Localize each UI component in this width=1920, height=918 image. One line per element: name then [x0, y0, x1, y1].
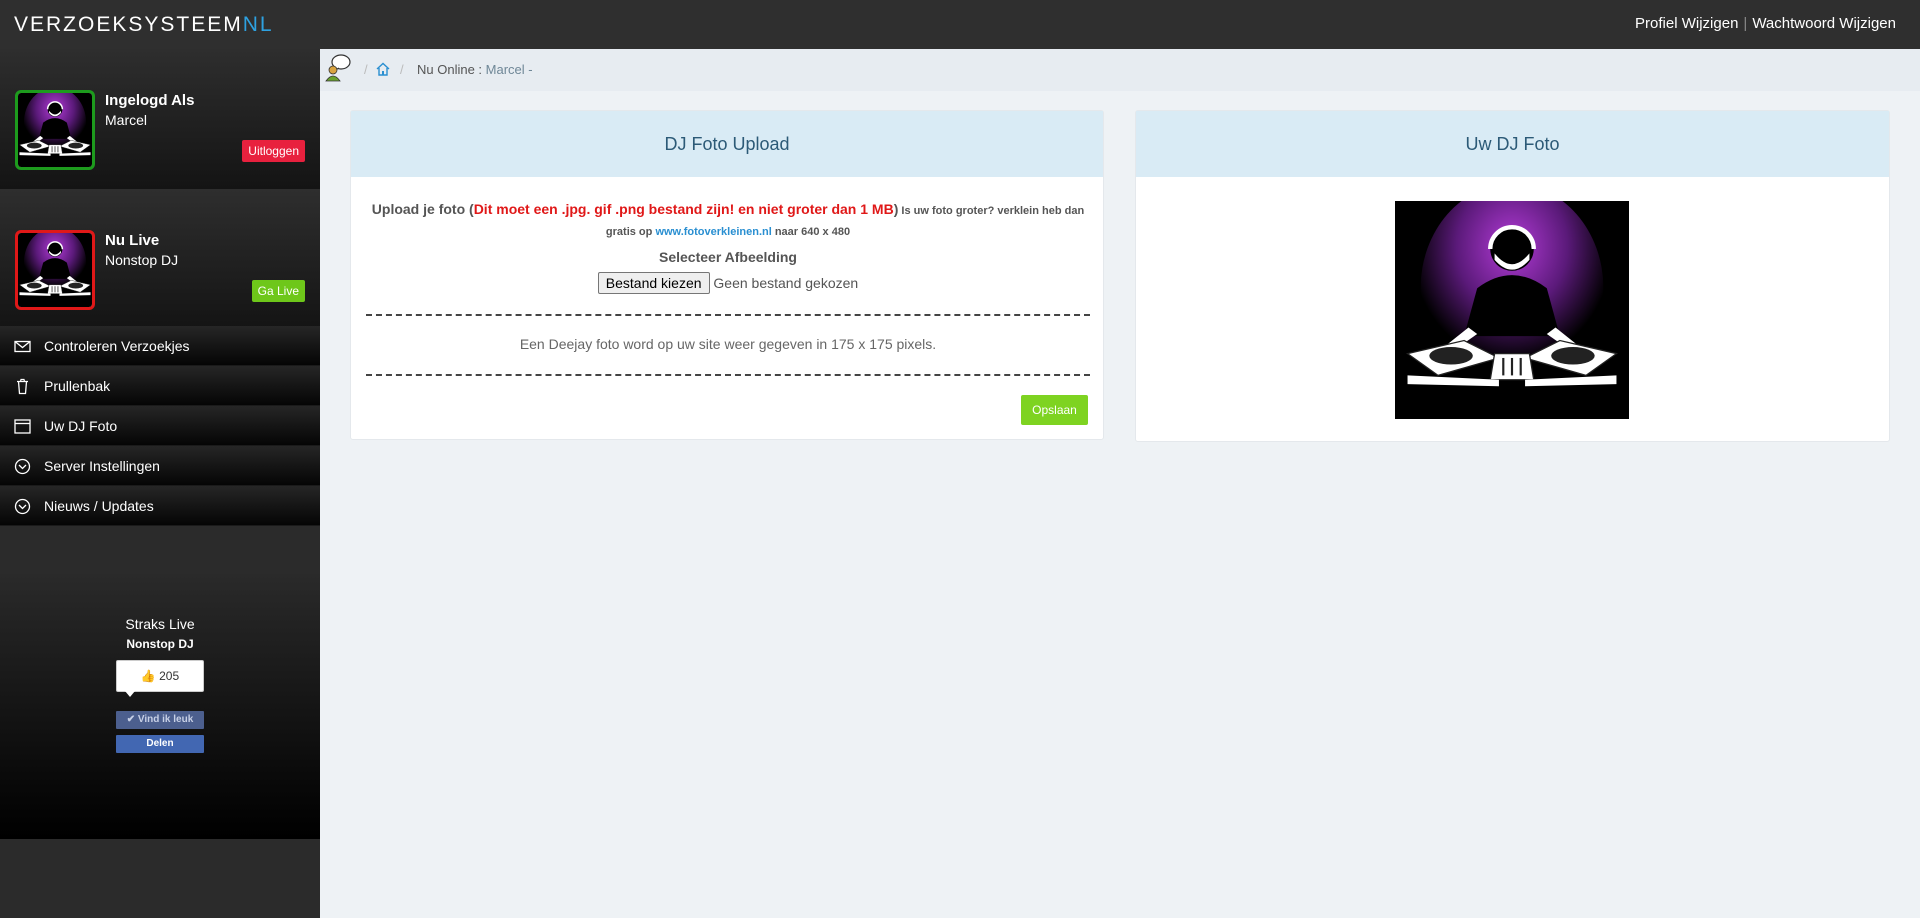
dj-avatar-image	[18, 233, 92, 307]
upcoming-title: Straks Live	[125, 616, 195, 632]
file-status: Geen bestand gekozen	[713, 275, 859, 291]
change-password-link[interactable]: Wachtwoord Wijzigen	[1752, 15, 1896, 32]
now-live-name: Nonstop DJ	[105, 252, 179, 268]
upload-warning: Dit moet een .jpg. gif .png bestand zijn…	[473, 201, 894, 217]
select-image-label: Selecteer Afbeelding	[659, 249, 797, 265]
go-live-button[interactable]: Ga Live	[251, 280, 305, 302]
sidebar-item-label: Prullenbak	[44, 378, 111, 394]
upload-hint-after: naar 640 x 480	[771, 226, 851, 238]
sidebar-item-label: Nieuws / Updates	[44, 498, 154, 514]
online-user: Marcel -	[485, 62, 533, 77]
breadcrumb: / / Nu Online : Marcel -	[320, 49, 1920, 91]
like-count: 205	[159, 669, 180, 683]
dj-photo-upload-panel: DJ Foto Upload Upload je foto (Dit moet …	[350, 110, 1104, 440]
circle-chevron-icon	[14, 498, 31, 515]
like-button-label: Vind ik leuk	[137, 714, 194, 725]
envelope-icon	[14, 340, 31, 353]
file-input: Bestand kiezen Geen bestand gekozen	[351, 272, 1105, 294]
circle-chevron-icon	[14, 458, 31, 475]
window-icon	[14, 419, 31, 434]
sidebar: Ingelogd Als Marcel Uitloggen Nu Live No…	[0, 49, 320, 918]
now-live-title: Nu Live	[105, 232, 160, 249]
live-dj-avatar	[15, 230, 95, 310]
brand-accent: NL	[242, 13, 274, 36]
chat-users-icon	[325, 54, 351, 82]
edit-profile-link[interactable]: Profiel Wijzigen	[1635, 15, 1738, 32]
dj-avatar-image	[18, 93, 92, 167]
breadcrumb-separator: /	[400, 62, 404, 77]
logged-in-name: Marcel	[105, 112, 148, 128]
trash-icon	[17, 378, 28, 395]
top-links-separator: |	[1743, 15, 1748, 32]
share-button[interactable]: Delen	[116, 735, 204, 753]
sidebar-item-label: Controleren Verzoekjes	[44, 338, 190, 354]
sidebar-item-nieuws-updates[interactable]: Nieuws / Updates	[0, 486, 320, 526]
divider	[366, 314, 1090, 316]
online-label: Nu Online :	[417, 62, 486, 77]
check-icon: ✔	[126, 714, 136, 725]
upcoming-live-block: Straks Live Nonstop DJ 👍 205 ✔ Vind ik l…	[0, 574, 320, 839]
divider	[366, 374, 1090, 376]
top-links: Profiel Wijzigen | Wachtwoord Wijzigen	[1635, 15, 1896, 32]
user-avatar	[15, 90, 95, 170]
brand-main: VERZOEKSYSTEEM	[14, 13, 243, 36]
like-button[interactable]: ✔ Vind ik leuk	[116, 711, 204, 729]
upload-instructions: Upload je foto (Dit moet een .jpg. gif .…	[366, 200, 1090, 242]
upload-panel-title: DJ Foto Upload	[351, 111, 1103, 177]
sidebar-item-label: Uw DJ Foto	[44, 418, 118, 434]
save-button[interactable]: Opslaan	[1021, 395, 1088, 425]
logged-in-title: Ingelogd Als	[105, 92, 195, 109]
sidebar-item-label: Server Instellingen	[44, 458, 160, 474]
photo-size-info: Een Deejay foto word op uw site weer geg…	[519, 336, 937, 352]
dj-silhouette-image	[1395, 201, 1629, 419]
brand-logo[interactable]: VERZOEKSYSTEEMNL	[14, 13, 274, 37]
sidebar-item-controleren-verzoekjes[interactable]: Controleren Verzoekjes	[0, 326, 320, 366]
like-count-box: 👍 205	[116, 660, 204, 697]
fotoverkleinen-link[interactable]: www.fotoverkleinen.nl	[655, 226, 771, 238]
now-live-block: Nu Live Nonstop DJ Ga Live	[0, 189, 320, 329]
logged-in-block: Ingelogd Als Marcel Uitloggen	[0, 49, 320, 189]
sidebar-menu: Controleren Verzoekjes Prullenbak Uw DJ …	[0, 326, 320, 526]
online-status: Nu Online : Marcel -	[417, 62, 533, 77]
dj-photo-image	[1395, 201, 1629, 419]
sidebar-item-server-instellingen[interactable]: Server Instellingen	[0, 446, 320, 486]
top-navbar: VERZOEKSYSTEEMNL Profiel Wijzigen | Wachtw…	[0, 0, 1920, 49]
upload-intro: Upload je foto (	[371, 201, 474, 217]
sidebar-item-uw-dj-foto[interactable]: Uw DJ Foto	[0, 406, 320, 446]
photo-panel-title: Uw DJ Foto	[1136, 111, 1889, 177]
thumbs-up-icon: 👍	[140, 669, 156, 683]
home-icon[interactable]	[375, 61, 391, 77]
dj-photo-panel: Uw DJ Foto	[1135, 110, 1890, 442]
sidebar-item-prullenbak[interactable]: Prullenbak	[0, 366, 320, 406]
upcoming-dj-name: Nonstop DJ	[126, 637, 194, 651]
logout-button[interactable]: Uitloggen	[242, 140, 305, 162]
choose-file-button[interactable]: Bestand kiezen	[597, 272, 710, 294]
breadcrumb-separator: /	[364, 62, 368, 77]
